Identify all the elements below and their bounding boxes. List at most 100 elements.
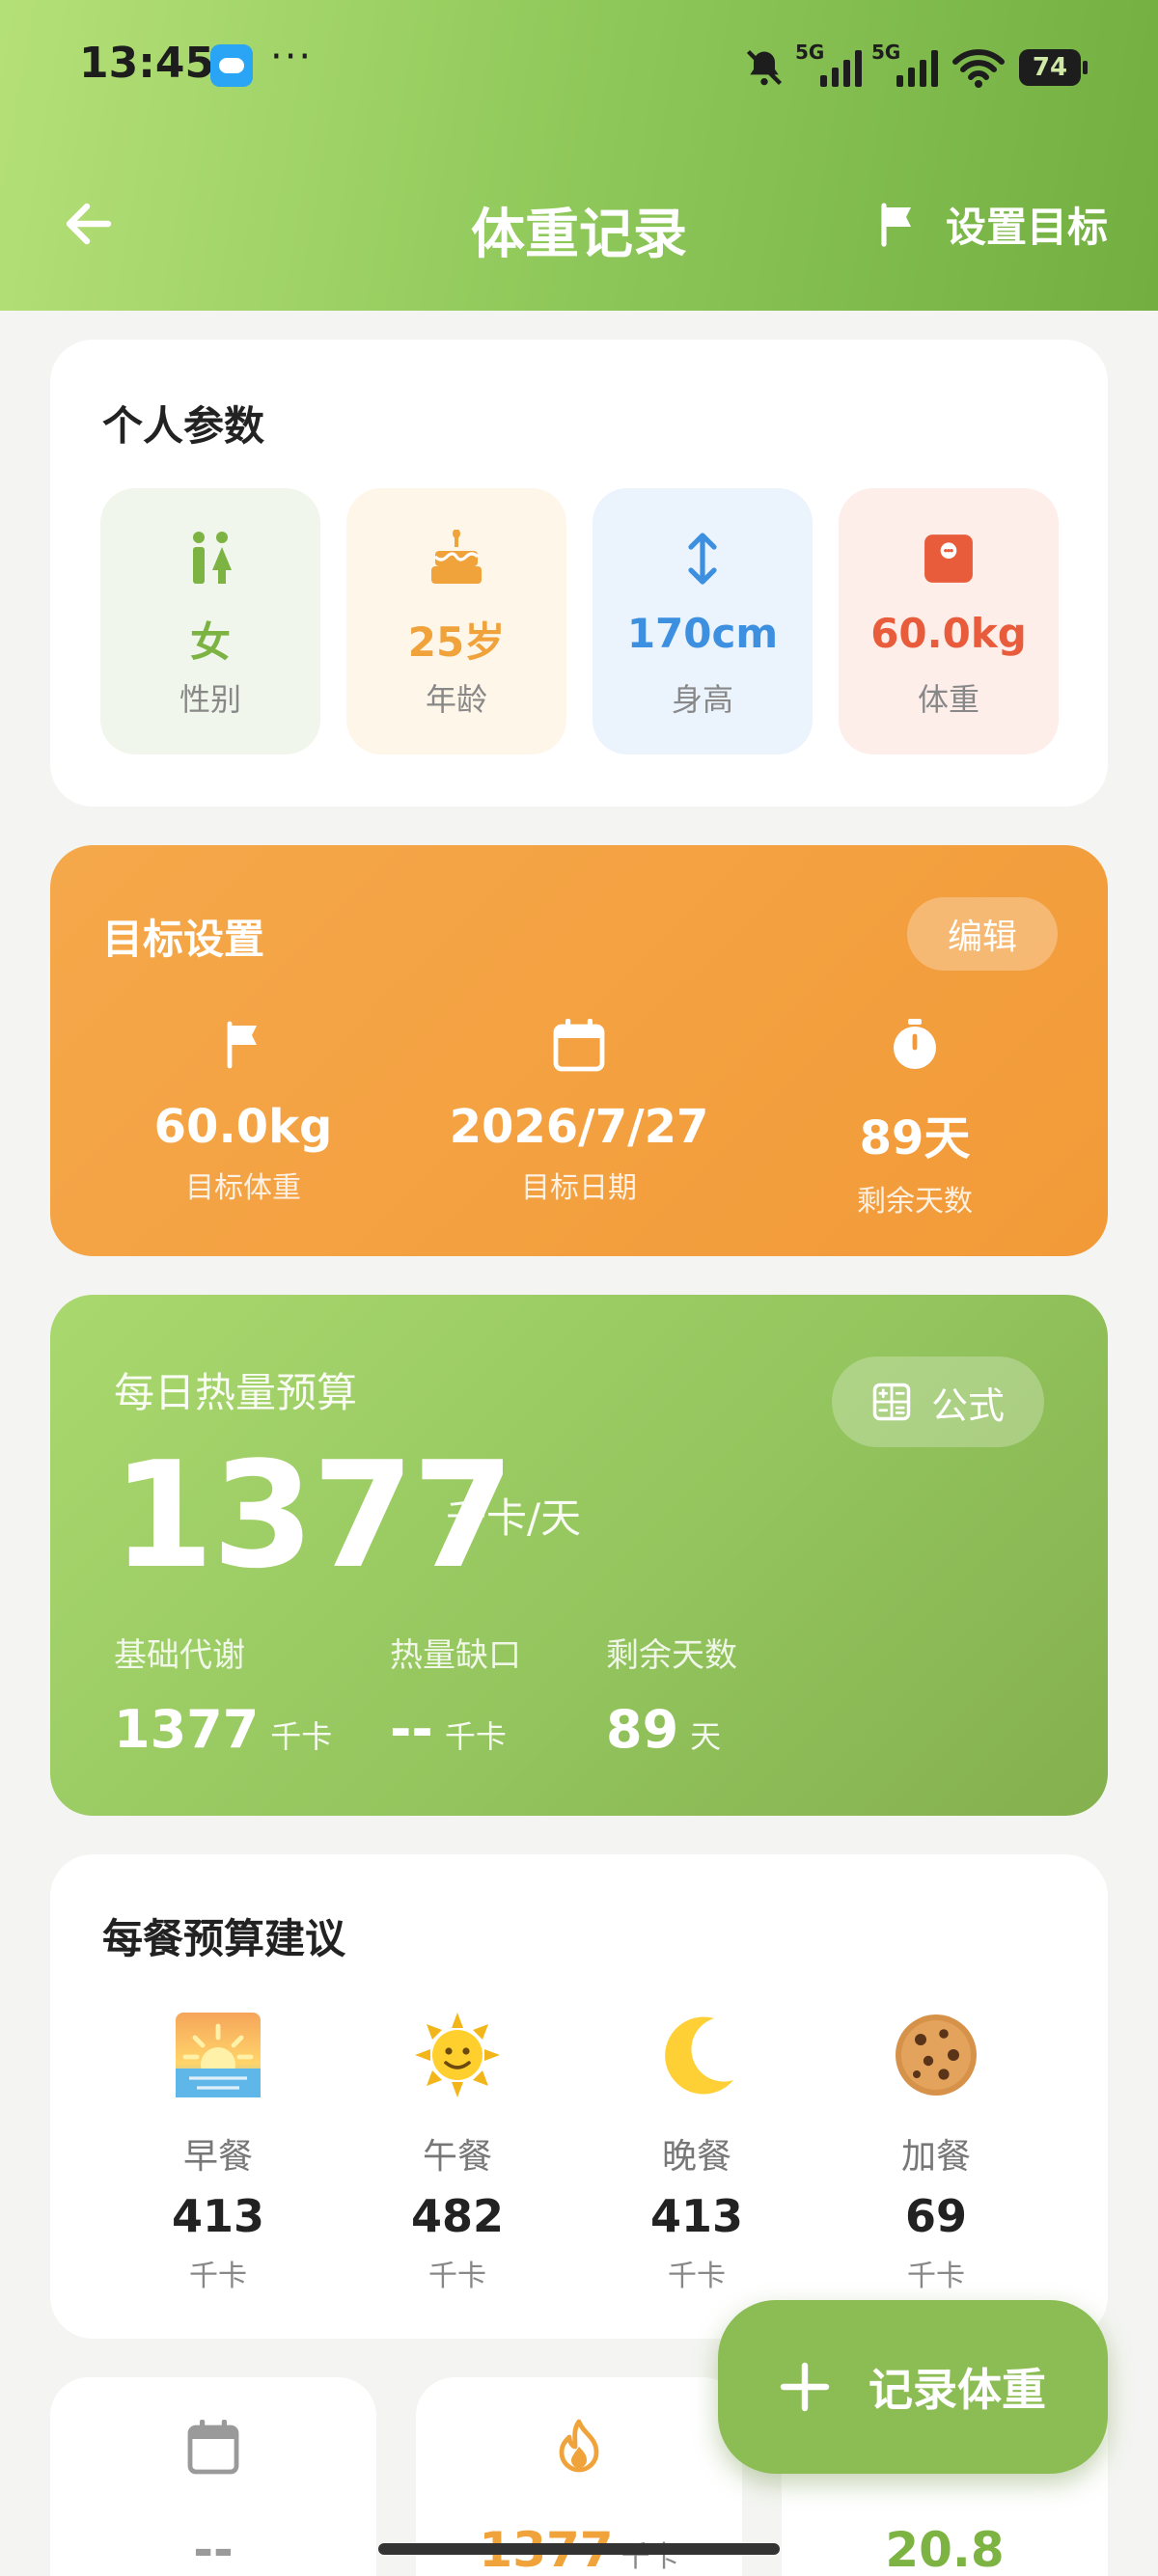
target-settings-card: 目标设置 编辑 60.0kg 目标体重 2026/7/27 目标日期 89天 剩… xyxy=(50,845,1108,1256)
signal-5g-icon-2: 5G xyxy=(871,41,938,87)
formula-button[interactable]: 公式 xyxy=(832,1357,1044,1447)
meal-lunch: 午餐 482 千卡 xyxy=(338,2009,577,2294)
target-value: 89天 xyxy=(859,1111,971,1165)
target-label: 目标日期 xyxy=(521,1171,637,1205)
target-label: 剩余天数 xyxy=(857,1185,973,1219)
meal-budget-card: 每餐预算建议 早餐 413 千卡 午餐 482 千卡 晚餐 413 千卡 加餐 … xyxy=(50,1854,1108,2339)
stat-label: 剩余天数 xyxy=(606,1636,737,1675)
back-button[interactable] xyxy=(58,193,120,255)
home-indicator[interactable] xyxy=(378,2543,780,2555)
meal-kcal: 413 xyxy=(649,2190,744,2242)
stat-label: 热量缺口 xyxy=(390,1636,521,1675)
mini-value: -- xyxy=(193,2522,234,2576)
meal-unit: 千卡 xyxy=(668,2260,726,2293)
calendar-icon xyxy=(415,1015,743,1075)
edit-target-button[interactable]: 编辑 xyxy=(907,897,1058,971)
sunrise-icon xyxy=(98,2009,338,2101)
meal-breakfast: 早餐 413 千卡 xyxy=(98,2009,338,2294)
personal-params-card: 个人参数 女 性别 25岁 年龄 170cm 身高 60.0kg 体重 xyxy=(50,340,1108,807)
param-weight[interactable]: 60.0kg 体重 xyxy=(839,488,1059,754)
meal-name: 早餐 xyxy=(182,2137,253,2177)
flag-icon xyxy=(79,1015,407,1075)
stat-unit: 千卡 xyxy=(270,1718,333,1755)
gender-icon xyxy=(100,529,320,589)
budget-stat-days: 剩余天数 89 天 xyxy=(606,1629,737,1760)
stat-unit: 千卡 xyxy=(444,1718,507,1755)
meal-unit: 千卡 xyxy=(907,2260,965,2293)
record-weight-label: 记录体重 xyxy=(868,2364,1046,2416)
nav-bar: 体重记录 设置目标 xyxy=(0,174,1158,270)
target-remaining: 89天 剩余天数 xyxy=(751,1015,1079,1219)
record-weight-button[interactable]: 记录体重 xyxy=(718,2300,1108,2474)
sun-icon xyxy=(338,2009,577,2101)
meal-kcal: 482 xyxy=(410,2190,505,2242)
flag-icon xyxy=(881,202,911,247)
mini-value: 20.8 xyxy=(885,2522,1005,2576)
meal-name: 晚餐 xyxy=(661,2137,731,2177)
stat-card-days[interactable]: -- xyxy=(50,2377,376,2576)
param-value: 25岁 xyxy=(407,618,506,666)
more-notifications-icon: ··· xyxy=(270,35,314,79)
arrow-left-icon xyxy=(66,203,112,245)
params-title: 个人参数 xyxy=(102,402,265,450)
formula-label: 公式 xyxy=(930,1384,1005,1427)
meal-name: 午餐 xyxy=(422,2137,492,2177)
battery-indicator: 74 xyxy=(1019,49,1088,86)
stat-unit: 天 xyxy=(690,1718,722,1755)
signal-5g-icon: 5G xyxy=(795,41,862,87)
meal-unit: 千卡 xyxy=(189,2260,247,2293)
set-goal-label: 设置目标 xyxy=(945,204,1108,251)
daily-budget-card: 每日热量预算 公式 1377 千卡/天 基础代谢 1377 千卡 热量缺口 -- 千… xyxy=(50,1295,1108,1816)
target-label: 目标体重 xyxy=(185,1171,301,1205)
meal-snack: 加餐 69 千卡 xyxy=(816,2009,1056,2294)
wifi-icon xyxy=(952,49,1005,88)
param-value: 60.0kg xyxy=(870,610,1027,657)
meal-kcal: 413 xyxy=(171,2190,265,2242)
target-value: 60.0kg xyxy=(153,1100,333,1154)
plus-icon xyxy=(780,2362,830,2412)
cake-icon xyxy=(346,529,566,589)
stat-value: 1377 xyxy=(114,1699,260,1760)
cookie-icon xyxy=(816,2009,1056,2101)
param-label: 年龄 xyxy=(425,681,487,718)
budget-label: 每日热量预算 xyxy=(114,1369,358,1416)
signal-5g-tag: 5G xyxy=(795,41,825,64)
status-time: 13:45 xyxy=(79,39,215,88)
budget-stat-bmr: 基础代谢 1377 千卡 xyxy=(114,1629,332,1760)
target-title: 目标设置 xyxy=(102,916,265,963)
target-value: 2026/7/27 xyxy=(449,1100,709,1154)
moon-icon xyxy=(577,2009,816,2101)
stat-label: 基础代谢 xyxy=(114,1636,245,1675)
meal-unit: 千卡 xyxy=(428,2260,486,2293)
param-height[interactable]: 170cm 身高 xyxy=(593,488,813,754)
param-gender[interactable]: 女 性别 xyxy=(100,488,320,754)
stopwatch-icon xyxy=(751,1015,1079,1075)
status-bar: 13:45 ··· 5G 5G 74 xyxy=(0,0,1158,135)
calendar-icon xyxy=(50,2416,376,2478)
flame-icon xyxy=(416,2416,742,2478)
param-label: 性别 xyxy=(179,681,241,718)
stat-value: 89 xyxy=(606,1699,679,1760)
bell-muted-icon xyxy=(746,49,783,86)
app-header: 13:45 ··· 5G 5G 74 体重记录 设置目标 xyxy=(0,0,1158,311)
param-label: 身高 xyxy=(671,681,733,718)
calculator-icon xyxy=(872,1383,911,1421)
target-weight: 60.0kg 目标体重 xyxy=(79,1015,407,1206)
meal-name: 加餐 xyxy=(900,2137,971,2177)
height-arrow-icon xyxy=(593,529,813,589)
param-label: 体重 xyxy=(917,681,979,718)
param-age[interactable]: 25岁 年龄 xyxy=(346,488,566,754)
cloud-app-icon xyxy=(210,44,253,87)
meal-dinner: 晚餐 413 千卡 xyxy=(577,2009,816,2294)
scale-icon xyxy=(839,529,1059,589)
stat-value: -- xyxy=(390,1699,433,1760)
param-value: 女 xyxy=(189,618,231,666)
meals-title: 每餐预算建议 xyxy=(102,1915,346,1962)
meal-kcal: 69 xyxy=(904,2190,967,2242)
signal-5g-tag-2: 5G xyxy=(871,41,901,64)
set-goal-button[interactable]: 设置目标 xyxy=(874,195,1108,254)
target-date: 2026/7/27 目标日期 xyxy=(415,1015,743,1206)
budget-unit: 千卡/天 xyxy=(446,1494,582,1542)
param-value: 170cm xyxy=(626,610,779,657)
status-indicators: 5G 5G 74 xyxy=(743,39,1088,96)
